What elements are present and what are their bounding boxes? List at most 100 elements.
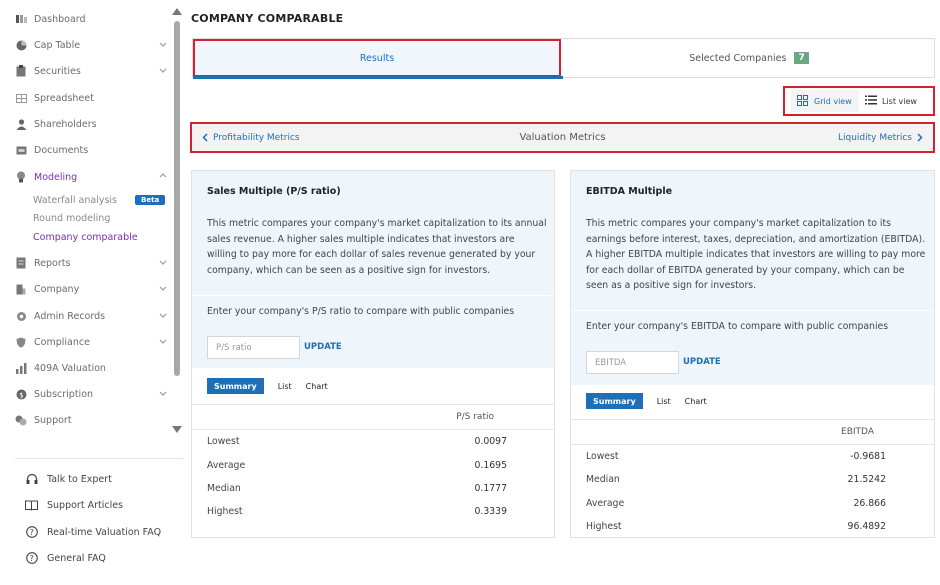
- sidebar-footer-general-faq[interactable]: ? General FAQ: [25, 550, 106, 566]
- question-icon: ?: [25, 552, 38, 565]
- table-row: Average 26.866: [586, 498, 906, 514]
- row-label: Lowest: [586, 451, 619, 462]
- subtab-list[interactable]: List: [657, 393, 671, 409]
- sidebar-subitem-round-modeling[interactable]: Round modeling: [33, 210, 110, 226]
- sidebar-item-label: Spreadsheet: [34, 92, 94, 104]
- sidebar-footer-talk-to-expert[interactable]: Talk to Expert: [25, 471, 112, 487]
- prev-metric-label: Profitability Metrics: [213, 132, 300, 143]
- table-row: Median 0.1777: [207, 483, 527, 499]
- tab-label: Results: [359, 52, 395, 64]
- update-button[interactable]: UPDATE: [683, 357, 721, 367]
- sidebar-item-409a-valuation[interactable]: 409A Valuation: [15, 358, 170, 378]
- sidebar-subitem-waterfall-analysis[interactable]: Waterfall analysis Beta: [33, 192, 166, 208]
- table-divider: [571, 419, 934, 420]
- scrollbar-thumb[interactable]: [174, 21, 180, 376]
- table-row: Average 0.1695: [207, 460, 527, 476]
- scroll-up-arrow-icon[interactable]: [172, 8, 182, 15]
- sidebar-scrollbar[interactable]: [172, 8, 182, 433]
- ebitda-multiple-card: EBITDA Multiple This metric compares you…: [570, 170, 935, 538]
- result-subtabs: Summary List Chart: [207, 378, 342, 394]
- tab-label: Selected Companies: [689, 52, 787, 64]
- table-divider: [192, 404, 554, 405]
- subtab-chart[interactable]: Chart: [306, 378, 328, 394]
- subtab-list[interactable]: List: [278, 378, 292, 394]
- sidebar-footer-support-articles[interactable]: Support Articles: [25, 497, 123, 513]
- sidebar: Dashboard Cap Table Securities Spreadshe…: [0, 0, 185, 585]
- sidebar-item-shareholders[interactable]: Shareholders: [15, 114, 170, 134]
- sidebar-item-label: Reports: [34, 257, 71, 269]
- sidebar-item-compliance[interactable]: Compliance: [15, 332, 170, 352]
- next-metric-label: Liquidity Metrics: [837, 132, 912, 143]
- chevron-down-icon[interactable]: [158, 283, 168, 293]
- row-label: Highest: [207, 506, 243, 517]
- chevron-down-icon[interactable]: [158, 257, 168, 267]
- grid-view-button[interactable]: Grid view: [791, 90, 859, 112]
- chevron-down-icon[interactable]: [158, 310, 168, 320]
- ebitda-input[interactable]: EBITDA: [586, 351, 679, 374]
- sidebar-item-reports[interactable]: Reports: [15, 253, 170, 273]
- sidebar-nav: Dashboard Cap Table Securities Spreadshe…: [0, 0, 172, 440]
- shield-icon: [15, 336, 27, 348]
- support-icon: [15, 414, 27, 426]
- sidebar-item-company[interactable]: Company: [15, 279, 170, 299]
- svg-text:$: $: [19, 391, 23, 399]
- result-subtabs: Summary List Chart: [586, 393, 721, 409]
- sidebar-subitem-label: Round modeling: [33, 212, 111, 224]
- table-row: Highest 96.4892: [586, 521, 906, 537]
- sidebar-item-admin-records[interactable]: Admin Records: [15, 306, 170, 326]
- ps-ratio-input[interactable]: P/S ratio: [207, 336, 300, 359]
- chevron-down-icon[interactable]: [158, 388, 168, 398]
- sidebar-item-cap-table[interactable]: Cap Table: [15, 35, 170, 55]
- pie-chart-icon: [15, 39, 27, 51]
- row-value: 0.3339: [474, 506, 507, 517]
- list-view-button[interactable]: List view: [865, 90, 917, 112]
- sidebar-item-dashboard[interactable]: Dashboard: [15, 9, 170, 29]
- sales-multiple-card: Sales Multiple (P/S ratio) This metric c…: [191, 170, 555, 538]
- sidebar-footer-realtime-valuation-faq[interactable]: ? Real-time Valuation FAQ: [25, 524, 161, 540]
- chevron-down-icon[interactable]: [158, 336, 168, 346]
- subtab-summary[interactable]: Summary: [207, 378, 264, 394]
- subtab-chart[interactable]: Chart: [685, 393, 707, 409]
- sidebar-item-securities[interactable]: Securities: [15, 61, 170, 81]
- row-value: -0.9681: [850, 451, 886, 462]
- lightbulb-icon: [15, 171, 27, 183]
- count-badge: 7: [794, 52, 809, 64]
- spreadsheet-icon: [15, 92, 27, 104]
- card-prompt: Enter your company's EBITDA to compare w…: [586, 321, 889, 332]
- sidebar-footer-label: Talk to Expert: [47, 473, 112, 485]
- tab-results[interactable]: Results: [193, 39, 563, 79]
- dashboard-icon: [15, 13, 27, 25]
- subtab-summary[interactable]: Summary: [586, 393, 643, 409]
- chevron-down-icon[interactable]: [158, 39, 168, 49]
- card-title: Sales Multiple (P/S ratio): [207, 186, 341, 197]
- sidebar-item-label: Securities: [34, 65, 81, 77]
- sidebar-item-label: Admin Records: [34, 310, 106, 322]
- beta-badge: Beta: [135, 195, 166, 205]
- next-metric-link[interactable]: Liquidity Metrics: [838, 124, 923, 151]
- row-label: Highest: [586, 521, 622, 532]
- list-icon: [865, 95, 877, 107]
- tab-bar: Results Selected Companies 7: [192, 38, 935, 79]
- tab-selected-companies[interactable]: Selected Companies 7: [563, 39, 935, 77]
- view-toggle: Grid view List view: [783, 86, 935, 116]
- prev-metric-link[interactable]: Profitability Metrics: [202, 124, 300, 151]
- sidebar-item-modeling[interactable]: Modeling: [15, 167, 170, 187]
- sidebar-item-label: 409A Valuation: [34, 362, 106, 374]
- sidebar-item-label: Cap Table: [34, 39, 81, 51]
- coin-icon: $: [15, 388, 27, 400]
- question-icon: ?: [25, 526, 38, 539]
- sidebar-item-support[interactable]: Support: [15, 410, 170, 430]
- row-value: 0.0097: [474, 436, 507, 447]
- sidebar-item-label: Compliance: [34, 336, 90, 348]
- table-row: Lowest -0.9681: [586, 451, 906, 467]
- chevron-up-icon[interactable]: [158, 171, 168, 181]
- sidebar-item-subscription[interactable]: $ Subscription: [15, 384, 170, 404]
- sidebar-item-spreadsheet[interactable]: Spreadsheet: [15, 88, 170, 108]
- update-button[interactable]: UPDATE: [304, 342, 342, 352]
- chevron-right-icon: [917, 133, 923, 142]
- scroll-down-arrow-icon[interactable]: [172, 426, 182, 433]
- sidebar-item-documents[interactable]: Documents: [15, 140, 170, 160]
- row-value: 96.4892: [847, 521, 886, 532]
- chevron-down-icon[interactable]: [158, 65, 168, 75]
- sidebar-subitem-company-comparable[interactable]: Company comparable: [33, 229, 138, 245]
